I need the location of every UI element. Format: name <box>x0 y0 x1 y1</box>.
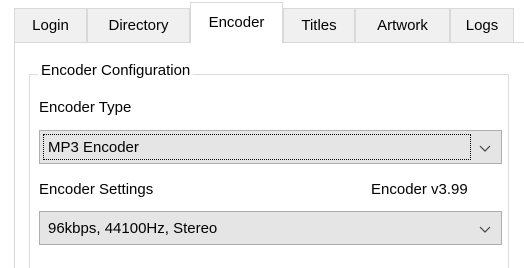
encoder-settings-select[interactable]: 96kbps, 44100Hz, Stereo <box>39 211 502 245</box>
tab-login-label: Login <box>32 17 69 34</box>
tab-logs-label: Logs <box>465 17 499 34</box>
tab-directory[interactable]: Directory <box>87 8 190 42</box>
tab-artwork-label: Artwork <box>377 17 428 34</box>
focus-rectangle <box>43 134 471 160</box>
tab-encoder[interactable]: Encoder <box>190 2 283 43</box>
tab-artwork[interactable]: Artwork <box>355 8 450 42</box>
chevron-down-icon <box>479 226 491 233</box>
group-title: Encoder Configuration <box>38 62 194 79</box>
tab-logs[interactable]: Logs <box>450 8 514 42</box>
tab-login[interactable]: Login <box>14 8 87 42</box>
encoder-type-select[interactable]: MP3 Encoder <box>39 130 502 164</box>
chevron-down-icon <box>479 145 491 152</box>
encoder-version: Encoder v3.99 <box>371 181 468 198</box>
encoder-type-label: Encoder Type <box>39 99 132 116</box>
tab-titles-label: Titles <box>301 17 337 34</box>
encoder-settings-value: 96kbps, 44100Hz, Stereo <box>48 219 218 237</box>
tab-strip: Login Directory Encoder Titles Artwork L… <box>0 0 524 43</box>
tab-titles[interactable]: Titles <box>283 8 355 42</box>
tab-directory-label: Directory <box>108 17 169 34</box>
tab-encoder-label: Encoder <box>208 14 265 31</box>
encoder-settings-label: Encoder Settings <box>39 181 154 198</box>
